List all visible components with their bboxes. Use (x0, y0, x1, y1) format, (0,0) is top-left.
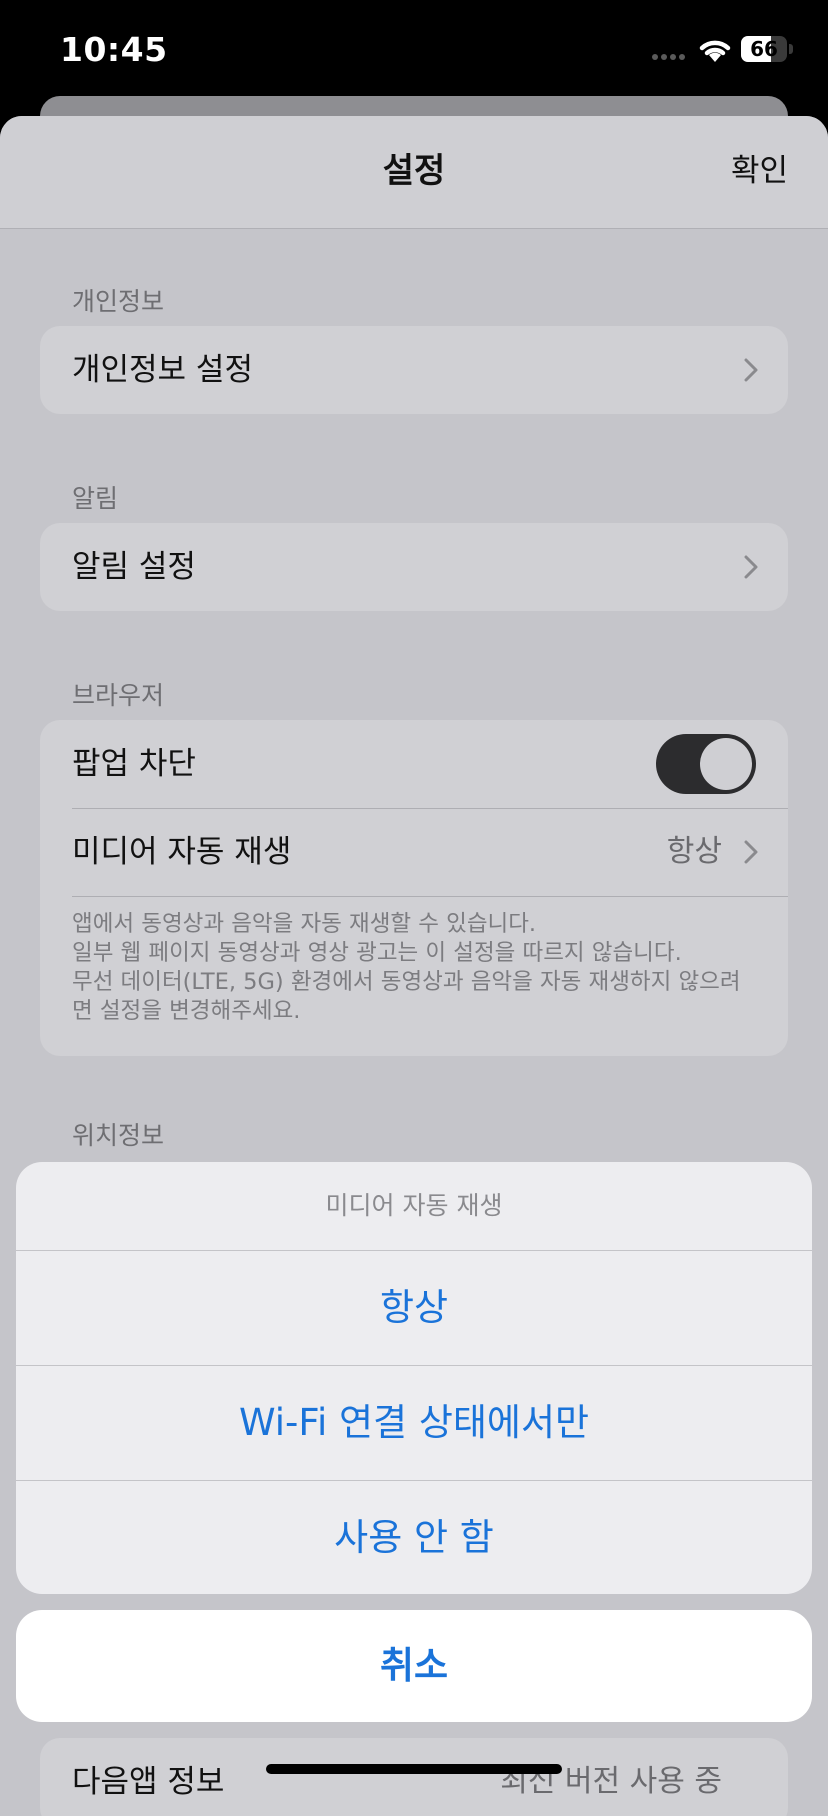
wifi-icon (699, 40, 731, 62)
footnote-line: 앱에서 동영상과 음악을 자동 재생할 수 있습니다. (72, 911, 537, 937)
footnote-line: 면 설정을 변경해주세요. (72, 998, 301, 1024)
privacy-group: 개인정보 설정 (40, 326, 788, 414)
media-autoplay-row[interactable]: 미디어 자동 재생 항상 (40, 808, 788, 896)
section-header-privacy: 개인정보 (72, 287, 165, 316)
page-title: 설정 (382, 151, 446, 191)
option-never[interactable]: 사용 안 함 (16, 1481, 812, 1594)
action-sheet: 미디어 자동 재생 항상 Wi-Fi 연결 상태에서만 사용 안 함 (16, 1162, 812, 1594)
privacy-settings-label: 개인정보 설정 (72, 352, 253, 388)
footnote-line: 일부 웹 페이지 동영상과 영상 광고는 이 설정을 따르지 않습니다. (72, 940, 682, 966)
section-header-location: 위치정보 (72, 1121, 165, 1150)
privacy-settings-row[interactable]: 개인정보 설정 (40, 326, 788, 414)
battery-level: 66 (750, 37, 778, 61)
action-sheet-title: 미디어 자동 재생 (325, 1191, 503, 1220)
nav-bar: 설정 확인 (0, 116, 828, 229)
chevron-right-icon (744, 840, 758, 864)
section-header-notification: 알림 (72, 484, 119, 513)
cancel-button[interactable]: 취소 (16, 1610, 812, 1722)
media-autoplay-value: 항상 (666, 834, 722, 869)
battery-icon: 66 (741, 36, 793, 62)
home-indicator (266, 1764, 562, 1774)
section-header-browser: 브라우저 (72, 681, 165, 710)
notification-settings-label: 알림 설정 (72, 549, 196, 585)
status-time: 10:45 (60, 30, 168, 69)
toggle-knob (700, 738, 752, 790)
notification-group: 알림 설정 (40, 523, 788, 611)
option-always[interactable]: 항상 (16, 1251, 812, 1365)
popup-block-row: 팝업 차단 (40, 720, 788, 808)
about-app-value: 최신 버전 사용 중 (500, 1764, 722, 1799)
media-autoplay-label: 미디어 자동 재생 (72, 834, 292, 870)
divider (72, 896, 788, 897)
chevron-right-icon (744, 555, 758, 579)
media-autoplay-footnote: 앱에서 동영상과 음악을 자동 재생할 수 있습니다. 일부 웹 페이지 동영상… (72, 910, 762, 1026)
about-app-row[interactable]: 다음앱 정보 최신 버전 사용 중 (40, 1738, 788, 1816)
about-app-label: 다음앱 정보 (72, 1764, 225, 1800)
notification-settings-row[interactable]: 알림 설정 (40, 523, 788, 611)
confirm-button[interactable]: 확인 (731, 116, 788, 226)
chevron-right-icon (744, 358, 758, 382)
option-wifi-only[interactable]: Wi-Fi 연결 상태에서만 (16, 1366, 812, 1480)
popup-block-toggle[interactable] (656, 734, 756, 794)
popup-block-label: 팝업 차단 (72, 746, 196, 782)
browser-group: 팝업 차단 미디어 자동 재생 항상 앱에서 동영상과 음악을 자동 재생할 수… (40, 720, 788, 1056)
footnote-line: 무선 데이터(LTE, 5G) 환경에서 동영상과 음악을 자동 재생하지 않으… (72, 969, 741, 995)
status-bar: 10:45 66 (0, 0, 828, 100)
cellular-signal-icon (652, 54, 685, 60)
